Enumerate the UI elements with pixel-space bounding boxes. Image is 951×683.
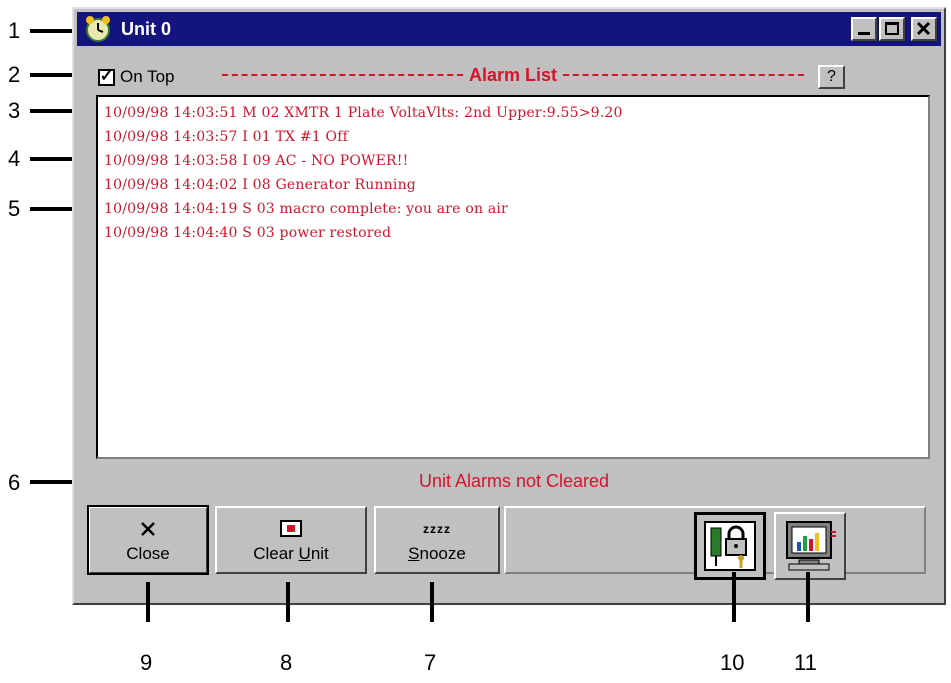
maximize-button[interactable] — [879, 17, 905, 41]
callout-9: 9 — [140, 650, 153, 675]
alarm-row[interactable]: 10/09/98 14:04:02 I 08 Generator Running — [104, 173, 922, 197]
minimize-button[interactable] — [851, 17, 877, 41]
unit-window: Unit 0 ✓ On Top Alarm List ? 10/09/98 14… — [72, 7, 946, 605]
alarm-row[interactable]: 10/09/98 14:04:19 S 03 macro complete: y… — [104, 197, 922, 221]
leader-line — [286, 582, 290, 622]
callout-7: 7 — [424, 650, 437, 675]
on-top-label: On Top — [120, 67, 175, 86]
minimize-icon — [858, 32, 870, 35]
title-bar[interactable]: Unit 0 — [77, 12, 941, 46]
alarm-list[interactable]: 10/09/98 14:03:51 M 02 XMTR 1 Plate Volt… — [96, 95, 930, 459]
callout-8: 8 — [280, 650, 293, 675]
on-top-checkbox[interactable]: ✓ — [98, 68, 115, 86]
label-part: Clear — [253, 544, 299, 563]
close-icon — [141, 522, 155, 536]
divider — [563, 74, 804, 76]
callout-2: 2 — [8, 62, 21, 87]
leader-line — [806, 572, 810, 622]
alarm-clock-icon — [86, 16, 110, 42]
close-button[interactable]: Close — [87, 505, 209, 575]
maximize-icon — [885, 22, 899, 35]
label-part: nooze — [419, 544, 466, 563]
window-title: Unit 0 — [121, 18, 172, 39]
clear-unit-label: Clear Unit — [253, 544, 329, 564]
callout-6: 6 — [8, 470, 21, 495]
security-button[interactable] — [694, 512, 766, 580]
accelerator-key: U — [298, 544, 311, 563]
accelerator-key: S — [408, 544, 420, 563]
monitor-button[interactable] — [774, 512, 846, 580]
callout-4: 4 — [8, 146, 21, 171]
close-window-button[interactable] — [911, 17, 937, 41]
divider — [222, 74, 463, 76]
clear-unit-icon — [280, 520, 302, 537]
callout-5: 5 — [8, 196, 21, 221]
snooze-label: Snooze — [408, 544, 466, 564]
callout-1: 1 — [8, 18, 21, 43]
close-x-icon — [916, 21, 931, 36]
monitor-chart-icon — [786, 521, 836, 571]
alarm-row[interactable]: 10/09/98 14:03:58 I 09 AC - NO POWER!! — [104, 149, 922, 173]
security-lock-icon — [704, 521, 756, 571]
alarm-list-title: Alarm List — [468, 64, 558, 85]
callout-3: 3 — [8, 98, 21, 123]
leader-line — [146, 582, 150, 622]
help-button[interactable]: ? — [818, 65, 845, 89]
clear-unit-button[interactable]: Clear Unit — [215, 506, 367, 574]
leader-line — [430, 582, 434, 622]
callout-11: 11 — [794, 650, 817, 675]
snooze-button[interactable]: zzzz Snooze — [374, 506, 500, 574]
close-button-label: Close — [126, 544, 170, 563]
alarm-row[interactable]: 10/09/98 14:03:51 M 02 XMTR 1 Plate Volt… — [104, 101, 922, 125]
callout-10: 10 — [720, 650, 745, 675]
label-part: nit — [310, 544, 329, 563]
on-top-option[interactable]: ✓ On Top — [98, 67, 175, 87]
alarm-list-header: Alarm List — [216, 63, 810, 87]
status-message: Unit Alarms not Cleared — [418, 471, 610, 491]
alarm-row[interactable]: 10/09/98 14:03:57 I 01 TX #1 Off — [104, 125, 922, 149]
leader-line — [732, 572, 736, 622]
snooze-icon: zzzz — [423, 522, 451, 536]
alarm-row[interactable]: 10/09/98 14:04:40 S 03 power restored — [104, 221, 922, 245]
